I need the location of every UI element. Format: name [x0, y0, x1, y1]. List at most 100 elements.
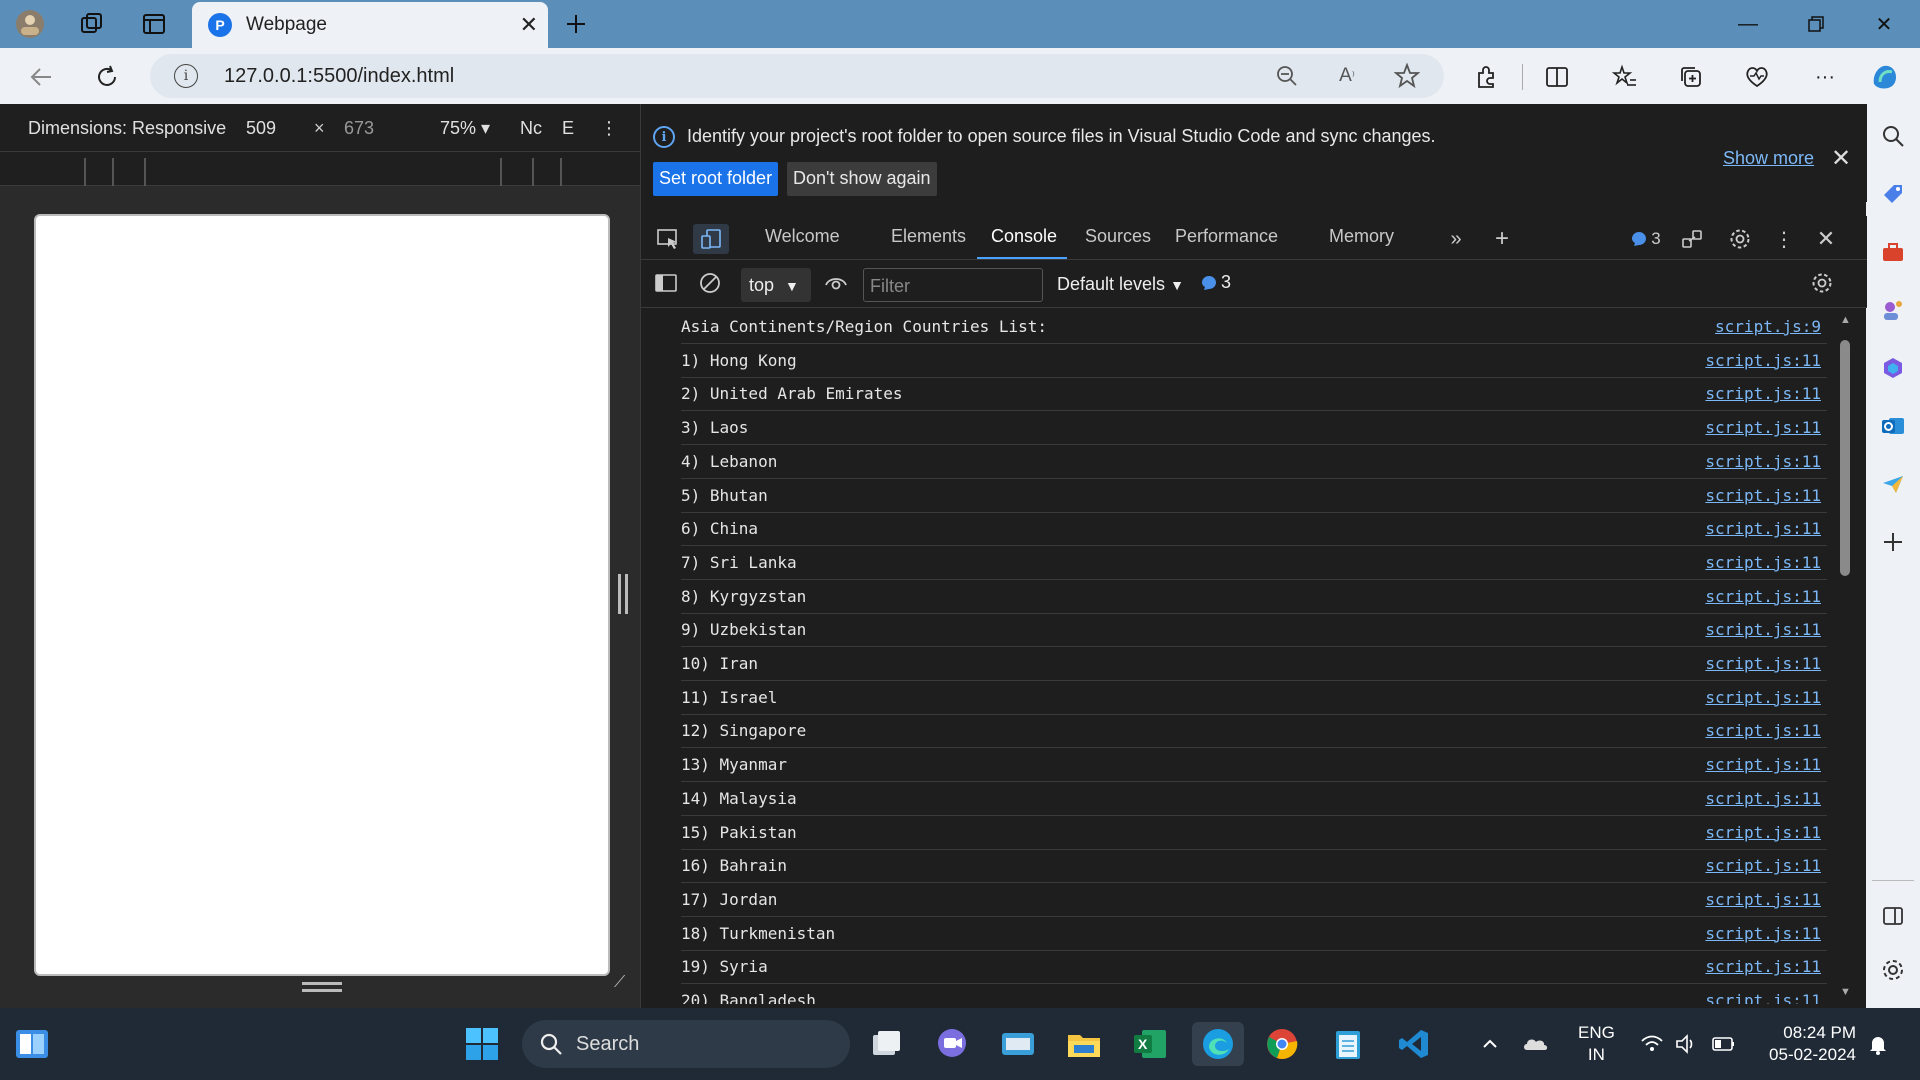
task-view-icon[interactable] — [864, 1022, 908, 1066]
source-link[interactable]: script.js:11 — [1705, 688, 1821, 707]
taskbar-search[interactable]: Search — [522, 1020, 850, 1068]
window-close-icon[interactable]: ✕ — [1862, 6, 1906, 42]
clear-console-icon[interactable] — [695, 268, 725, 298]
console-scroll-thumb[interactable] — [1840, 340, 1850, 576]
viewport-resize-handle-bottom[interactable] — [302, 982, 342, 992]
connections-icon[interactable] — [1677, 224, 1707, 254]
widgets-icon[interactable] — [10, 1022, 54, 1066]
excel-icon[interactable]: X — [1128, 1022, 1172, 1066]
console-filter-input[interactable]: Filter — [863, 268, 1043, 302]
notifications-bell-icon[interactable] — [1856, 1022, 1900, 1066]
clock[interactable]: 08:24 PM 05-02-2024 — [1752, 1022, 1856, 1066]
settings-more-icon[interactable]: ··· — [1808, 60, 1842, 94]
favorite-star-icon[interactable] — [1390, 59, 1424, 93]
refresh-icon[interactable] — [90, 60, 124, 94]
workspaces-icon[interactable] — [76, 8, 108, 40]
games-icon[interactable] — [1877, 294, 1909, 326]
source-link[interactable]: script.js:11 — [1705, 924, 1821, 943]
tab-elements[interactable]: Elements — [891, 226, 966, 247]
height-input[interactable]: 673 — [344, 118, 374, 139]
devtools-more-icon[interactable]: ⋮ — [1769, 224, 1799, 254]
read-aloud-icon[interactable]: A ⁾ — [1330, 59, 1364, 93]
device-emulation-icon[interactable] — [693, 224, 729, 254]
throttling-select[interactable]: Nc — [520, 118, 542, 139]
source-link[interactable]: script.js:11 — [1705, 553, 1821, 572]
source-link[interactable]: script.js:11 — [1705, 620, 1821, 639]
restore-icon[interactable] — [1794, 6, 1838, 42]
source-link[interactable]: script.js:11 — [1705, 721, 1821, 740]
vscode-icon[interactable] — [1392, 1022, 1436, 1066]
source-link[interactable]: script.js:9 — [1715, 317, 1821, 336]
zoom-select[interactable]: 75% ▾ — [440, 118, 490, 139]
language-indicator[interactable]: ENG IN — [1578, 1022, 1615, 1066]
console-settings-icon[interactable] — [1807, 268, 1837, 298]
source-link[interactable]: script.js:11 — [1705, 486, 1821, 505]
battery-icon[interactable] — [1702, 1022, 1746, 1066]
log-levels-select[interactable]: Default levels ▼ — [1057, 274, 1184, 295]
teams-chat-icon[interactable] — [930, 1022, 974, 1066]
context-select[interactable]: top ▼ — [741, 268, 811, 302]
back-icon[interactable] — [24, 60, 58, 94]
site-info-icon[interactable]: i — [174, 64, 198, 88]
tab-sources[interactable]: Sources — [1085, 226, 1151, 247]
shopping-tag-icon[interactable] — [1877, 178, 1909, 210]
profile-avatar[interactable] — [14, 8, 46, 40]
inspect-element-icon[interactable] — [653, 224, 683, 254]
touch-keyboard-icon[interactable] — [996, 1022, 1040, 1066]
source-link[interactable]: script.js:11 — [1705, 418, 1821, 437]
url-text[interactable]: 127.0.0.1:5500/index.html — [224, 65, 454, 88]
source-link[interactable]: script.js:11 — [1705, 856, 1821, 875]
source-link[interactable]: script.js:11 — [1705, 789, 1821, 808]
start-icon[interactable] — [460, 1022, 504, 1066]
collections-icon[interactable] — [1674, 60, 1708, 94]
zoom-out-icon[interactable] — [1270, 59, 1304, 93]
close-tab-icon[interactable]: ✕ — [520, 12, 538, 38]
issues-counter[interactable]: 3 — [1621, 224, 1671, 254]
browser-tab[interactable]: P Webpage ✕ — [192, 2, 548, 48]
device-options-icon[interactable]: Ε — [562, 118, 574, 139]
extensions-icon[interactable] — [1470, 60, 1504, 94]
source-link[interactable]: script.js:11 — [1705, 587, 1821, 606]
viewport-resize-corner-icon[interactable]: ⟋ — [614, 974, 625, 992]
viewport-resize-handle-right[interactable] — [618, 574, 628, 614]
scroll-up-icon[interactable]: ▲ — [1840, 314, 1851, 326]
source-link[interactable]: script.js:11 — [1705, 654, 1821, 673]
source-link[interactable]: script.js:11 — [1705, 384, 1821, 403]
close-devtools-icon[interactable]: ✕ — [1811, 224, 1841, 254]
console-issues-counter[interactable]: 3 — [1201, 272, 1231, 293]
console-sidebar-icon[interactable] — [651, 268, 681, 298]
live-expression-eye-icon[interactable] — [821, 268, 851, 298]
dont-show-again-button[interactable]: Don't show again — [787, 162, 937, 196]
tab-console[interactable]: Console — [991, 226, 1057, 247]
vertical-tabs-icon[interactable] — [138, 8, 170, 40]
source-link[interactable]: script.js:11 — [1705, 957, 1821, 976]
tab-memory[interactable]: Memory — [1329, 226, 1394, 247]
address-bar[interactable]: i 127.0.0.1:5500/index.html A ⁾ — [150, 54, 1444, 98]
copilot-icon[interactable] — [1868, 60, 1902, 94]
close-infobar-icon[interactable]: ✕ — [1831, 144, 1851, 173]
split-screen-icon[interactable] — [1540, 60, 1574, 94]
outlook-icon[interactable] — [1877, 410, 1909, 442]
add-sidebar-app-icon[interactable] — [1877, 526, 1909, 558]
source-link[interactable]: script.js:11 — [1705, 890, 1821, 909]
tab-performance[interactable]: Performance — [1175, 226, 1278, 247]
notepad-icon[interactable] — [1326, 1022, 1370, 1066]
more-tabs-chevron-icon[interactable]: » — [1441, 224, 1471, 254]
source-link[interactable]: script.js:11 — [1705, 991, 1821, 1004]
source-link[interactable]: script.js:11 — [1705, 351, 1821, 370]
add-tool-icon[interactable]: + — [1487, 224, 1517, 254]
source-link[interactable]: script.js:11 — [1705, 755, 1821, 774]
set-root-folder-button[interactable]: Set root folder — [653, 162, 779, 196]
drop-send-icon[interactable] — [1877, 468, 1909, 500]
chrome-icon[interactable] — [1260, 1022, 1304, 1066]
emulated-viewport[interactable] — [34, 214, 610, 976]
microsoft-365-icon[interactable] — [1877, 352, 1909, 384]
device-more-icon[interactable]: ⋮ — [600, 118, 618, 139]
source-link[interactable]: script.js:11 — [1705, 823, 1821, 842]
browser-essentials-icon[interactable] — [1740, 60, 1774, 94]
devtools-settings-icon[interactable] — [1725, 224, 1755, 254]
minimize-icon[interactable]: — — [1726, 6, 1770, 42]
hide-sidebar-icon[interactable] — [1877, 900, 1909, 932]
scroll-down-icon[interactable]: ▼ — [1840, 986, 1851, 998]
onedrive-icon[interactable] — [1514, 1022, 1558, 1066]
